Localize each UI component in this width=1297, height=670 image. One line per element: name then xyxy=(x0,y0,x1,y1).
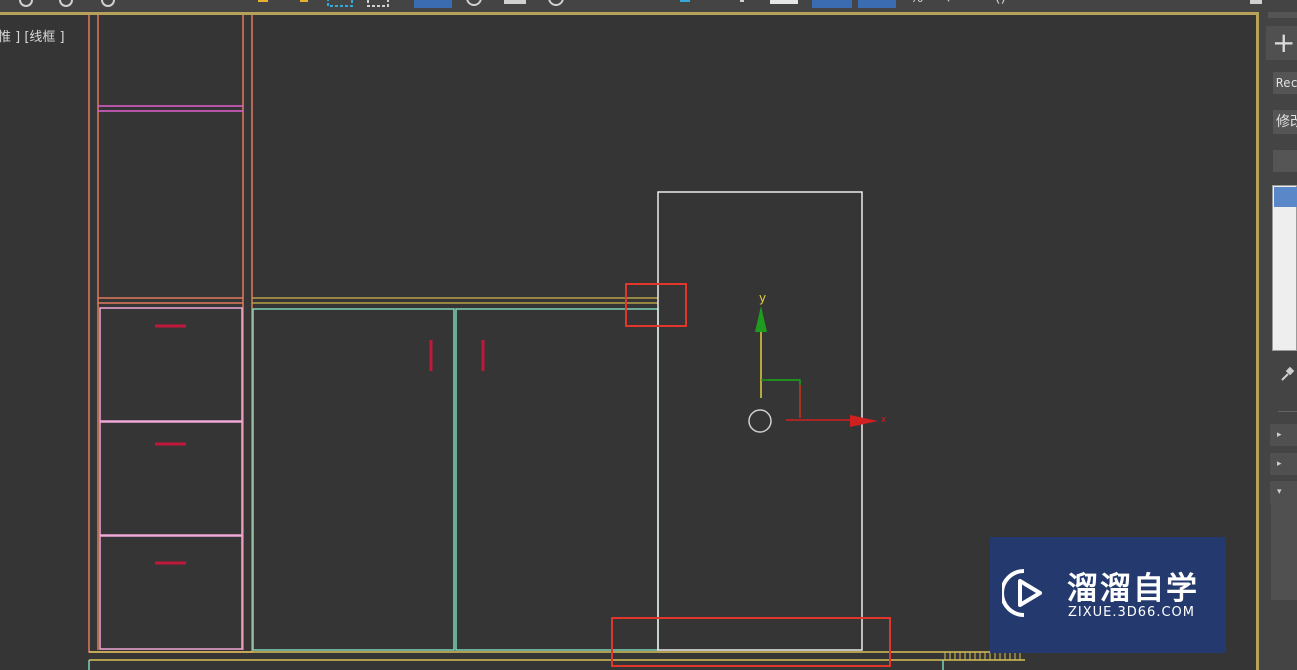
object-name-field[interactable]: Rec xyxy=(1273,72,1297,94)
active-viewport-border-right xyxy=(1256,12,1259,670)
door-right xyxy=(455,308,659,651)
select-region-icon xyxy=(300,0,308,2)
move-gizmo[interactable]: y x xyxy=(748,291,887,433)
modifier-stack-selected-item[interactable] xyxy=(1274,187,1297,207)
gizmo-x-arrow xyxy=(850,415,878,427)
highlight-box-top xyxy=(625,283,687,327)
rollout-body xyxy=(1271,503,1297,600)
panel-divider xyxy=(1278,411,1297,412)
window-crossing-icon xyxy=(327,0,353,7)
gizmo-y-arrow xyxy=(755,306,767,332)
toolbar-icons[interactable]: % ▾ () xyxy=(0,0,1262,8)
door-left xyxy=(252,308,455,651)
snaps-icon xyxy=(680,0,690,2)
scale-icon xyxy=(504,0,526,4)
rollout-toggle-2[interactable]: ▸ xyxy=(1270,453,1297,475)
align-icon: () xyxy=(995,0,1006,6)
modifier-list-dropdown[interactable]: 修改 xyxy=(1273,110,1297,134)
pin-stack-icon[interactable] xyxy=(1279,366,1295,382)
link-icon xyxy=(19,0,33,7)
gizmo-x-label: x xyxy=(881,415,887,425)
main-toolbar: % ▾ () xyxy=(0,0,1262,12)
mirror-icon: ▾ xyxy=(945,0,952,6)
move-icon xyxy=(414,0,452,8)
modifier-stack-list[interactable] xyxy=(1272,185,1297,351)
viewport-label[interactable]: 惟 ] [线框 ] xyxy=(0,26,65,45)
play-logo-icon xyxy=(1002,569,1042,617)
bind-icon xyxy=(101,0,115,7)
drawer-2 xyxy=(99,421,243,536)
angle-snap-icon xyxy=(770,0,798,4)
gizmo-pivot xyxy=(748,409,772,433)
ruler-ticks xyxy=(944,652,1021,660)
highlight-box-bottom xyxy=(611,617,891,667)
active-viewport-border-top xyxy=(0,12,1259,15)
tall-cabinet-outer xyxy=(88,12,253,653)
edit-named-selection-icon: % xyxy=(910,0,923,6)
rotate-icon xyxy=(466,0,482,6)
watermark-title: 溜溜自学 xyxy=(1067,571,1199,607)
gizmo-y-label: y xyxy=(759,291,766,305)
spinner-snap-icon xyxy=(858,0,896,8)
rollout-toggle-1[interactable]: ▸ xyxy=(1270,424,1297,446)
percent-snap-icon xyxy=(812,0,852,8)
watermark-logo: 溜溜自学 ZIXUE.3D66.COM xyxy=(990,537,1226,653)
placement-icon xyxy=(548,0,564,6)
select-icon xyxy=(258,0,268,2)
watermark-url: ZIXUE.3D66.COM xyxy=(1068,605,1195,620)
create-tab-button[interactable]: + xyxy=(1266,26,1297,60)
unlink-icon xyxy=(59,0,73,7)
drawer-3 xyxy=(99,535,243,650)
modifier-search-field[interactable] xyxy=(1273,150,1297,172)
selected-rectangle xyxy=(657,191,863,651)
rollout-toggle-3[interactable]: ▾ xyxy=(1270,481,1297,503)
